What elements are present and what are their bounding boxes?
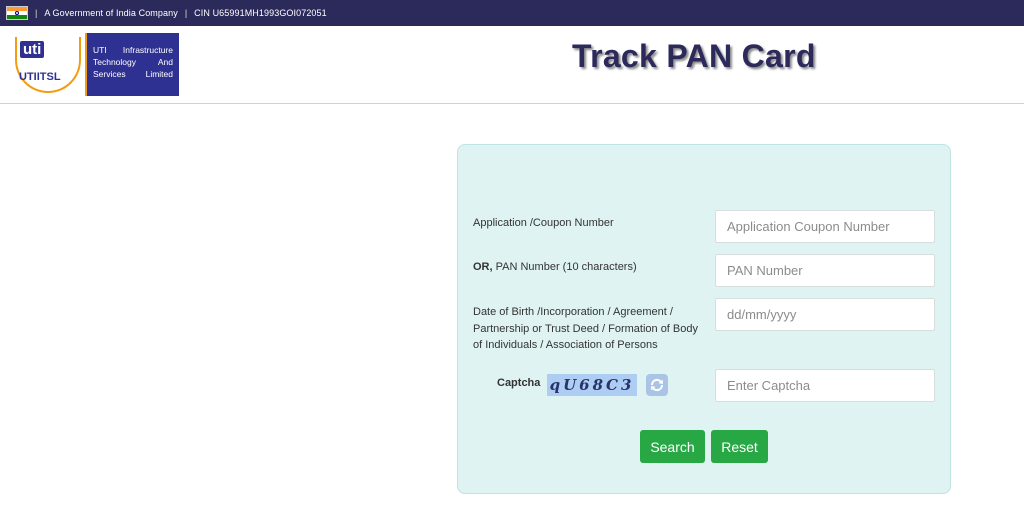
captcha-image: qU68C3	[547, 374, 637, 396]
or-label: OR,	[473, 261, 493, 273]
logo-mark: uti UTIITSL	[11, 33, 87, 96]
pan-number-input[interactable]	[715, 254, 935, 287]
separator: |	[35, 8, 38, 18]
dob-label: Date of Birth /Incorporation / Agreement…	[473, 306, 698, 351]
separator: |	[184, 8, 188, 18]
track-pan-form: Application /Coupon Number OR, PAN Numbe…	[457, 144, 951, 494]
application-number-input[interactable]	[715, 210, 935, 243]
logo-uti-text: uti	[20, 41, 45, 58]
pan-number-label-row: OR, PAN Number (10 characters)	[473, 259, 637, 276]
india-flag-icon	[6, 6, 28, 20]
cin-number: CIN U65991MH1993GOI072051	[194, 8, 327, 18]
utiitsl-logo[interactable]: uti UTIITSL UTI Infrastructure Technolog…	[11, 33, 179, 96]
refresh-icon	[650, 378, 664, 392]
captcha-label: Captcha	[497, 377, 541, 389]
reset-button[interactable]: Reset	[711, 430, 768, 463]
top-bar: | A Government of India Company | CIN U6…	[0, 0, 1024, 26]
dob-input[interactable]	[715, 298, 935, 331]
refresh-captcha-button[interactable]	[646, 374, 668, 396]
logo-short-name: UTIITSL	[19, 71, 61, 83]
header: uti UTIITSL UTI Infrastructure Technolog…	[0, 26, 1024, 104]
application-number-label: Application /Coupon Number	[473, 217, 614, 229]
company-note: A Government of India Company	[44, 8, 178, 18]
pan-number-label: PAN Number (10 characters)	[495, 261, 637, 273]
page-title: Track PAN Card	[572, 38, 816, 74]
logo-full-name: UTI Infrastructure Technology And Servic…	[93, 45, 173, 79]
search-button[interactable]: Search	[640, 430, 705, 463]
captcha-input[interactable]	[715, 369, 935, 402]
